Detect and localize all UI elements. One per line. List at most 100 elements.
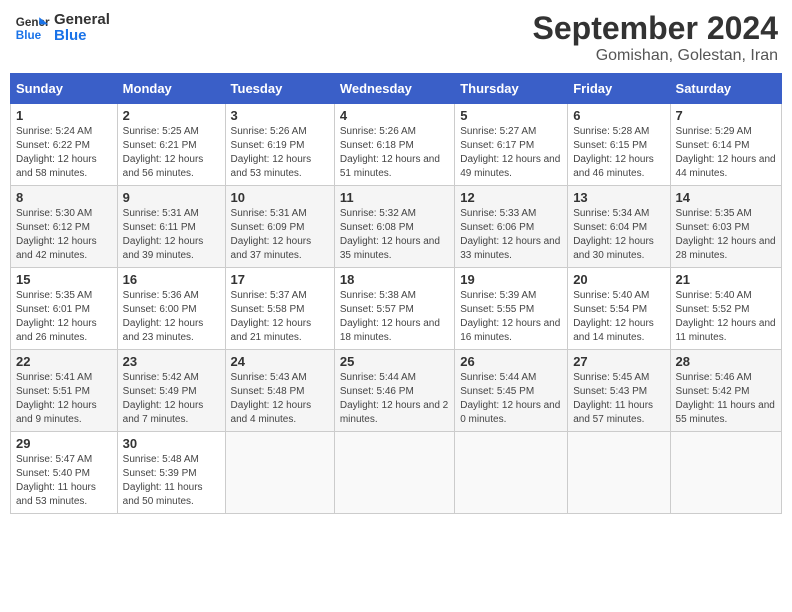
- calendar-cell: 13 Sunrise: 5:34 AMSunset: 6:04 PMDaylig…: [568, 186, 670, 268]
- page-header: General Blue General Blue September 2024…: [10, 10, 782, 65]
- logo: General Blue General Blue: [14, 10, 110, 46]
- day-number: 28: [676, 354, 776, 369]
- calendar-cell: 18 Sunrise: 5:38 AMSunset: 5:57 PMDaylig…: [334, 268, 454, 350]
- day-number: 5: [460, 108, 562, 123]
- day-number: 18: [340, 272, 449, 287]
- calendar-cell: [334, 432, 454, 514]
- day-detail: Sunrise: 5:35 AMSunset: 6:01 PMDaylight:…: [16, 289, 112, 345]
- calendar-cell: 24 Sunrise: 5:43 AMSunset: 5:48 PMDaylig…: [225, 350, 334, 432]
- calendar-week-5: 29 Sunrise: 5:47 AMSunset: 5:40 PMDaylig…: [11, 432, 782, 514]
- page-title: September 2024: [533, 10, 778, 47]
- page-subtitle: Gomishan, Golestan, Iran: [533, 47, 778, 65]
- calendar-cell: 15 Sunrise: 5:35 AMSunset: 6:01 PMDaylig…: [11, 268, 118, 350]
- calendar-cell: 2 Sunrise: 5:25 AMSunset: 6:21 PMDayligh…: [117, 104, 225, 186]
- day-number: 19: [460, 272, 562, 287]
- day-detail: Sunrise: 5:30 AMSunset: 6:12 PMDaylight:…: [16, 207, 112, 263]
- day-detail: Sunrise: 5:35 AMSunset: 6:03 PMDaylight:…: [676, 207, 776, 263]
- day-number: 4: [340, 108, 449, 123]
- day-detail: Sunrise: 5:28 AMSunset: 6:15 PMDaylight:…: [573, 125, 664, 181]
- calendar-cell: 20 Sunrise: 5:40 AMSunset: 5:54 PMDaylig…: [568, 268, 670, 350]
- calendar-cell: 29 Sunrise: 5:47 AMSunset: 5:40 PMDaylig…: [11, 432, 118, 514]
- logo-icon: General Blue: [14, 10, 50, 46]
- day-detail: Sunrise: 5:31 AMSunset: 6:09 PMDaylight:…: [231, 207, 329, 263]
- day-number: 17: [231, 272, 329, 287]
- calendar-cell: 11 Sunrise: 5:32 AMSunset: 6:08 PMDaylig…: [334, 186, 454, 268]
- calendar-week-1: 1 Sunrise: 5:24 AMSunset: 6:22 PMDayligh…: [11, 104, 782, 186]
- day-number: 26: [460, 354, 562, 369]
- header-wednesday: Wednesday: [334, 74, 454, 104]
- day-number: 27: [573, 354, 664, 369]
- day-number: 20: [573, 272, 664, 287]
- calendar-week-3: 15 Sunrise: 5:35 AMSunset: 6:01 PMDaylig…: [11, 268, 782, 350]
- day-number: 13: [573, 190, 664, 205]
- day-number: 10: [231, 190, 329, 205]
- calendar-cell: 10 Sunrise: 5:31 AMSunset: 6:09 PMDaylig…: [225, 186, 334, 268]
- calendar-cell: 1 Sunrise: 5:24 AMSunset: 6:22 PMDayligh…: [11, 104, 118, 186]
- day-detail: Sunrise: 5:40 AMSunset: 5:52 PMDaylight:…: [676, 289, 776, 345]
- day-detail: Sunrise: 5:39 AMSunset: 5:55 PMDaylight:…: [460, 289, 562, 345]
- day-detail: Sunrise: 5:44 AMSunset: 5:46 PMDaylight:…: [340, 371, 449, 427]
- calendar-cell: 14 Sunrise: 5:35 AMSunset: 6:03 PMDaylig…: [670, 186, 781, 268]
- header-tuesday: Tuesday: [225, 74, 334, 104]
- calendar-week-4: 22 Sunrise: 5:41 AMSunset: 5:51 PMDaylig…: [11, 350, 782, 432]
- calendar-cell: [670, 432, 781, 514]
- calendar-cell: [455, 432, 568, 514]
- calendar-cell: 27 Sunrise: 5:45 AMSunset: 5:43 PMDaylig…: [568, 350, 670, 432]
- day-detail: Sunrise: 5:44 AMSunset: 5:45 PMDaylight:…: [460, 371, 562, 427]
- calendar-table: SundayMondayTuesdayWednesdayThursdayFrid…: [10, 73, 782, 514]
- calendar-cell: 6 Sunrise: 5:28 AMSunset: 6:15 PMDayligh…: [568, 104, 670, 186]
- day-detail: Sunrise: 5:26 AMSunset: 6:18 PMDaylight:…: [340, 125, 449, 181]
- day-detail: Sunrise: 5:48 AMSunset: 5:39 PMDaylight:…: [123, 453, 220, 509]
- day-number: 2: [123, 108, 220, 123]
- day-detail: Sunrise: 5:36 AMSunset: 6:00 PMDaylight:…: [123, 289, 220, 345]
- calendar-cell: 16 Sunrise: 5:36 AMSunset: 6:00 PMDaylig…: [117, 268, 225, 350]
- day-detail: Sunrise: 5:43 AMSunset: 5:48 PMDaylight:…: [231, 371, 329, 427]
- day-number: 1: [16, 108, 112, 123]
- day-detail: Sunrise: 5:42 AMSunset: 5:49 PMDaylight:…: [123, 371, 220, 427]
- calendar-cell: 26 Sunrise: 5:44 AMSunset: 5:45 PMDaylig…: [455, 350, 568, 432]
- day-number: 24: [231, 354, 329, 369]
- day-detail: Sunrise: 5:34 AMSunset: 6:04 PMDaylight:…: [573, 207, 664, 263]
- calendar-cell: 25 Sunrise: 5:44 AMSunset: 5:46 PMDaylig…: [334, 350, 454, 432]
- header-friday: Friday: [568, 74, 670, 104]
- calendar-cell: 3 Sunrise: 5:26 AMSunset: 6:19 PMDayligh…: [225, 104, 334, 186]
- day-detail: Sunrise: 5:38 AMSunset: 5:57 PMDaylight:…: [340, 289, 449, 345]
- calendar-cell: 23 Sunrise: 5:42 AMSunset: 5:49 PMDaylig…: [117, 350, 225, 432]
- day-number: 23: [123, 354, 220, 369]
- day-number: 30: [123, 436, 220, 451]
- calendar-cell: [225, 432, 334, 514]
- calendar-cell: 12 Sunrise: 5:33 AMSunset: 6:06 PMDaylig…: [455, 186, 568, 268]
- calendar-cell: 8 Sunrise: 5:30 AMSunset: 6:12 PMDayligh…: [11, 186, 118, 268]
- calendar-cell: 30 Sunrise: 5:48 AMSunset: 5:39 PMDaylig…: [117, 432, 225, 514]
- day-detail: Sunrise: 5:45 AMSunset: 5:43 PMDaylight:…: [573, 371, 664, 427]
- logo-line1: General: [54, 12, 110, 29]
- day-number: 22: [16, 354, 112, 369]
- day-detail: Sunrise: 5:33 AMSunset: 6:06 PMDaylight:…: [460, 207, 562, 263]
- day-number: 29: [16, 436, 112, 451]
- day-detail: Sunrise: 5:25 AMSunset: 6:21 PMDaylight:…: [123, 125, 220, 181]
- header-thursday: Thursday: [455, 74, 568, 104]
- day-detail: Sunrise: 5:40 AMSunset: 5:54 PMDaylight:…: [573, 289, 664, 345]
- day-number: 25: [340, 354, 449, 369]
- day-detail: Sunrise: 5:26 AMSunset: 6:19 PMDaylight:…: [231, 125, 329, 181]
- day-number: 7: [676, 108, 776, 123]
- calendar-cell: 9 Sunrise: 5:31 AMSunset: 6:11 PMDayligh…: [117, 186, 225, 268]
- day-detail: Sunrise: 5:24 AMSunset: 6:22 PMDaylight:…: [16, 125, 112, 181]
- day-number: 3: [231, 108, 329, 123]
- header-monday: Monday: [117, 74, 225, 104]
- logo-line2: Blue: [54, 28, 110, 45]
- day-number: 21: [676, 272, 776, 287]
- calendar-week-2: 8 Sunrise: 5:30 AMSunset: 6:12 PMDayligh…: [11, 186, 782, 268]
- day-detail: Sunrise: 5:41 AMSunset: 5:51 PMDaylight:…: [16, 371, 112, 427]
- day-detail: Sunrise: 5:47 AMSunset: 5:40 PMDaylight:…: [16, 453, 112, 509]
- calendar-cell: 21 Sunrise: 5:40 AMSunset: 5:52 PMDaylig…: [670, 268, 781, 350]
- calendar-cell: 17 Sunrise: 5:37 AMSunset: 5:58 PMDaylig…: [225, 268, 334, 350]
- day-number: 15: [16, 272, 112, 287]
- title-block: September 2024 Gomishan, Golestan, Iran: [533, 10, 778, 65]
- calendar-cell: [568, 432, 670, 514]
- day-number: 11: [340, 190, 449, 205]
- day-detail: Sunrise: 5:46 AMSunset: 5:42 PMDaylight:…: [676, 371, 776, 427]
- day-detail: Sunrise: 5:27 AMSunset: 6:17 PMDaylight:…: [460, 125, 562, 181]
- calendar-cell: 7 Sunrise: 5:29 AMSunset: 6:14 PMDayligh…: [670, 104, 781, 186]
- calendar-cell: 4 Sunrise: 5:26 AMSunset: 6:18 PMDayligh…: [334, 104, 454, 186]
